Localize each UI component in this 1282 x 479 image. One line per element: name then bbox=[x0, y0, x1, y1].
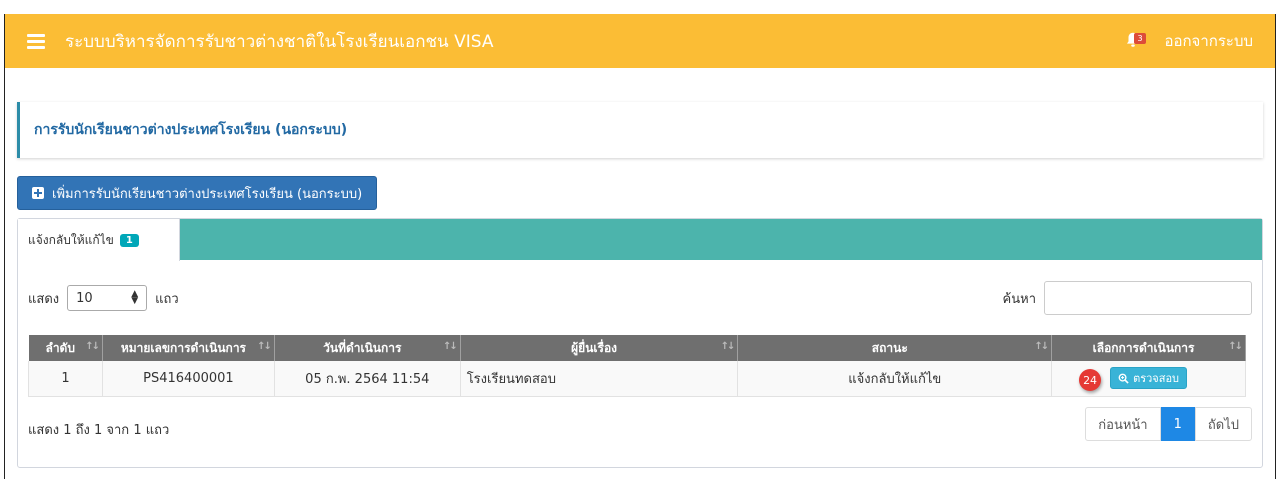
column-header-no[interactable]: ลำดับ ↑↓ bbox=[28, 335, 103, 361]
sort-icon: ↑↓ bbox=[442, 341, 458, 352]
data-table: ลำดับ ↑↓ หมายเลขการดำเนินการ ↑↓ วันที่ดำเน… bbox=[28, 335, 1246, 397]
cell-date: 05 ก.พ. 2564 11:54 bbox=[273, 361, 461, 397]
tab-strip: แจ้งกลับให้แก้ไข 1 bbox=[18, 219, 1262, 261]
search-label: ค้นหา bbox=[1002, 291, 1036, 307]
page-title: การรับนักเรียนชาวต่างประเทศโรงเรียน (นอก… bbox=[34, 122, 348, 138]
app-title: ระบบบริหารจัดการรับชาวต่างชาติในโรงเรียน… bbox=[65, 31, 494, 52]
tab-count-badge: 1 bbox=[119, 233, 139, 247]
page-title-box: การรับนักเรียนชาวต่างประเทศโรงเรียน (นอก… bbox=[17, 102, 1263, 158]
page-size-value: 10 bbox=[76, 290, 93, 306]
sort-icon: ↑↓ bbox=[257, 341, 272, 352]
rows-label: แถว bbox=[155, 291, 179, 307]
add-student-button-label: เพิ่มการรับนักเรียนชาวต่างประเทศโรงเรียน… bbox=[52, 186, 363, 202]
cell-status: แจ้งกลับให้แก้ไข bbox=[737, 361, 1053, 397]
notification-bell-icon[interactable]: 3 bbox=[1124, 31, 1146, 51]
cell-action: 24 ตรวจสอบ bbox=[1051, 361, 1246, 397]
pagination: ก่อนหน้า 1 ถัดไป bbox=[1085, 407, 1252, 441]
sort-icon: ↑↓ bbox=[720, 341, 736, 352]
add-student-button[interactable]: เพิ่มการรับนักเรียนชาวต่างประเทศโรงเรียน… bbox=[17, 176, 378, 210]
logout-link[interactable]: ออกจากระบบ bbox=[1164, 29, 1253, 53]
column-header-date[interactable]: วันที่ดำเนินการ ↑↓ bbox=[274, 335, 461, 361]
tab-panel: แจ้งกลับให้แก้ไข 1 แสดง 10 ▲▼ แถว ค้นหา bbox=[17, 218, 1263, 468]
table-info: แสดง 1 ถึง 1 จาก 1 แถว bbox=[28, 423, 170, 438]
sort-icon: ↑↓ bbox=[1228, 341, 1243, 352]
menu-icon[interactable] bbox=[27, 33, 45, 49]
search-input[interactable] bbox=[1044, 281, 1252, 315]
cell-no: 1 bbox=[28, 361, 103, 397]
page-1-button[interactable]: 1 bbox=[1160, 407, 1195, 441]
select-arrows-icon: ▲ ▼ bbox=[131, 289, 139, 306]
sort-icon: ↑↓ bbox=[85, 341, 100, 352]
column-header-ref[interactable]: หมายเลขการดำเนินการ ↑↓ bbox=[102, 335, 275, 361]
search-plus-icon bbox=[1118, 373, 1129, 384]
cell-applicant: โรงเรียนทดสอบ bbox=[459, 361, 739, 397]
tab-returned-for-edit[interactable]: แจ้งกลับให้แก้ไข 1 bbox=[18, 219, 180, 261]
check-button[interactable]: 24 ตรวจสอบ bbox=[1079, 367, 1188, 392]
show-label: แสดง bbox=[28, 291, 60, 307]
notification-badge: 3 bbox=[1134, 33, 1146, 44]
column-header-action[interactable]: เลือกการดำเนินการ ↑↓ bbox=[1051, 335, 1246, 361]
table-controls: แสดง 10 ▲ ▼ แถว ค้นหา bbox=[28, 281, 1252, 317]
app-frame: ระบบบริหารจัดการรับชาวต่างชาติในโรงเรียน… bbox=[4, 14, 1276, 479]
main-content: การรับนักเรียนชาวต่างประเทศโรงเรียน (นอก… bbox=[5, 68, 1275, 479]
check-button-label: ตรวจสอบ bbox=[1133, 372, 1180, 386]
plus-square-icon bbox=[32, 187, 44, 199]
tab-label: แจ้งกลับให้แก้ไข bbox=[28, 232, 114, 247]
cell-ref: PS416400001 bbox=[101, 361, 275, 397]
page-size-select[interactable]: 10 ▲ ▼ bbox=[67, 285, 148, 311]
prev-page-button[interactable]: ก่อนหน้า bbox=[1085, 407, 1161, 441]
column-header-applicant[interactable]: ผู้ยื่นเรื่อง ↑↓ bbox=[460, 335, 739, 361]
sort-icon: ↑↓ bbox=[1034, 341, 1049, 352]
step-marker: 24 bbox=[1079, 369, 1102, 392]
top-bar: ระบบบริหารจัดการรับชาวต่างชาติในโรงเรียน… bbox=[5, 14, 1275, 68]
next-page-button[interactable]: ถัดไป bbox=[1194, 407, 1252, 441]
table-row: 1 PS416400001 05 ก.พ. 2564 11:54 โรงเรีย… bbox=[28, 361, 1246, 397]
column-header-status[interactable]: สถานะ ↑↓ bbox=[737, 335, 1053, 361]
